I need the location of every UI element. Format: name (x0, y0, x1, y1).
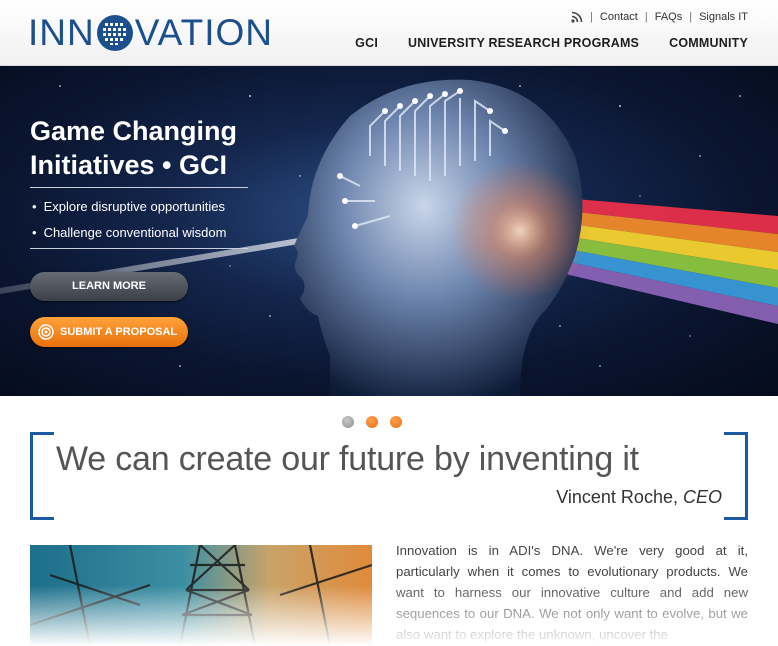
nav-gci[interactable]: GCI (355, 36, 378, 50)
nav-community[interactable]: COMMUNITY (669, 36, 748, 50)
carousel-dot-2[interactable] (366, 416, 378, 428)
hero-title-line1: Game Changing (30, 116, 238, 146)
photo-fade (30, 545, 372, 646)
hero-divider-top (30, 187, 248, 188)
tower-photo (30, 545, 372, 646)
quote-author: Vincent Roche, (556, 487, 678, 507)
hero-banner: Game Changing Initiatives • GCI Explore … (0, 66, 778, 396)
carousel-dot-1[interactable] (342, 416, 354, 428)
signals-it-link[interactable]: Signals IT (699, 11, 748, 23)
quote-attribution: Vincent Roche, CEO (556, 487, 722, 508)
separator: | (644, 11, 648, 23)
site-header: INN VATION | Contact | FAQs | Signals IT… (0, 0, 778, 66)
faqs-link[interactable]: FAQs (655, 11, 683, 23)
hero-bullet: Challenge conventional wisdom (32, 220, 227, 246)
submit-proposal-label: SUBMIT A PROPOSAL (60, 326, 178, 338)
rss-icon[interactable] (571, 11, 583, 23)
carousel-dots (342, 416, 402, 428)
hero-bullet-list: Explore disruptive opportunities Challen… (32, 194, 227, 246)
carousel-dot-3[interactable] (390, 416, 402, 428)
quote-bracket-left (30, 432, 54, 520)
main-nav: GCI UNIVERSITY RESEARCH PROGRAMS COMMUNI… (355, 36, 748, 50)
learn-more-button[interactable]: LEARN MORE (30, 272, 188, 301)
utility-nav: | Contact | FAQs | Signals IT (571, 11, 748, 23)
hero-title: Game Changing Initiatives • GCI (30, 114, 270, 182)
hero-title-line2: Initiatives • GCI (30, 150, 228, 180)
innovation-logo[interactable]: INN VATION (28, 12, 273, 54)
separator: | (590, 11, 593, 23)
hero-divider-bottom (30, 248, 248, 249)
submit-proposal-button[interactable]: SUBMIT A PROPOSAL (30, 317, 188, 347)
separator: | (689, 11, 693, 23)
globe-icon (96, 15, 133, 51)
nav-university-research-programs[interactable]: UNIVERSITY RESEARCH PROGRAMS (408, 36, 639, 50)
text-fade-overlay (390, 580, 760, 646)
logo-text-right: VATION (134, 12, 273, 53)
contact-link[interactable]: Contact (600, 11, 638, 23)
quote-bracket-right (724, 432, 748, 520)
quote-text: We can create our future by inventing it (56, 440, 639, 478)
target-icon (38, 324, 54, 340)
hero-bullet: Explore disruptive opportunities (32, 194, 226, 220)
quote-role: CEO (682, 487, 722, 507)
logo-text-left: INN (28, 12, 95, 53)
